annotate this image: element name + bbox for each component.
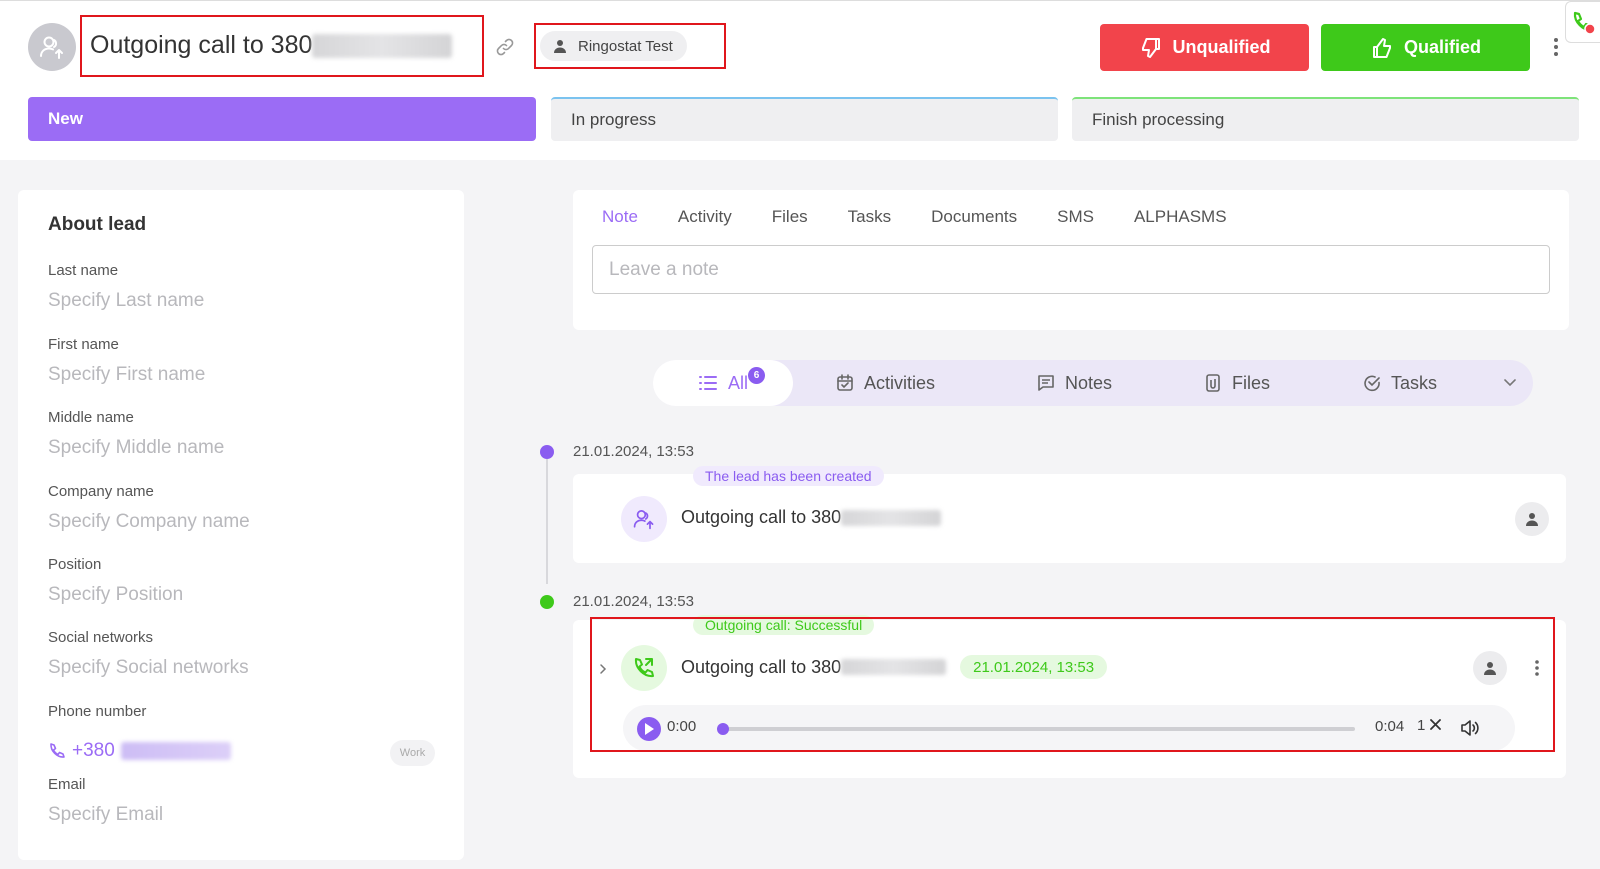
- redacted-number: [120, 742, 231, 760]
- event-time: 21.01.2024, 13:53: [573, 593, 694, 610]
- stage-new[interactable]: New: [28, 97, 536, 141]
- position-label: Position: [48, 556, 102, 573]
- lead-title: Outgoing call to 380: [90, 31, 453, 60]
- timeline-filter-bar: All 6 Activities Notes Files Tasks: [653, 360, 1533, 406]
- owner-name: Ringostat Test: [578, 37, 673, 55]
- phone-widget[interactable]: [1565, 1, 1600, 43]
- lead-title-highlight: Outgoing call to 380: [80, 15, 484, 77]
- thumb-up-icon: [1372, 37, 1391, 58]
- stage-in-progress[interactable]: In progress: [551, 97, 1058, 141]
- timeline-dot: [540, 595, 554, 609]
- list-icon: [698, 376, 717, 390]
- owner-highlight: Ringostat Test: [534, 23, 726, 69]
- redacted-number: [312, 34, 453, 59]
- note-icon: [1038, 375, 1054, 391]
- stage-finish-processing[interactable]: Finish processing: [1072, 97, 1579, 141]
- event-card-lead-created: The lead has been created Outgoing call …: [573, 466, 1566, 563]
- phone-number-field[interactable]: +380: [48, 740, 231, 762]
- user-arrow-icon: [633, 509, 654, 530]
- phone-number-value: +380: [72, 740, 115, 761]
- filter-tasks[interactable]: Tasks: [1363, 360, 1437, 406]
- timeline-dot: [540, 445, 554, 459]
- tab-activity[interactable]: Activity: [678, 207, 732, 227]
- thumb-down-icon: [1141, 37, 1160, 58]
- event-icon: [621, 496, 667, 542]
- event-time: 21.01.2024, 13:53: [573, 443, 694, 460]
- company-name-label: Company name: [48, 483, 154, 500]
- about-lead-title: About lead: [48, 214, 147, 235]
- first-name-field[interactable]: Specify First name: [48, 364, 205, 386]
- redacted-number: [841, 509, 942, 526]
- phone-number-label: Phone number: [48, 703, 147, 720]
- middle-name-label: Middle name: [48, 409, 134, 426]
- call-highlight: [590, 617, 1555, 752]
- lead-header: Outgoing call to 380 Ringostat Test Unqu…: [0, 0, 1600, 160]
- phone-widget-icon: [1573, 11, 1596, 35]
- first-name-label: First name: [48, 336, 119, 353]
- qualified-button[interactable]: Qualified: [1321, 24, 1530, 71]
- note-tabs: Note Activity Files Tasks Documents SMS …: [602, 207, 1227, 227]
- calendar-icon: [837, 374, 853, 391]
- note-card: Note Activity Files Tasks Documents SMS …: [573, 190, 1569, 330]
- tab-tasks[interactable]: Tasks: [848, 207, 891, 227]
- person-icon: [554, 40, 566, 53]
- filter-activities[interactable]: Activities: [836, 360, 935, 406]
- position-field[interactable]: Specify Position: [48, 584, 183, 606]
- timeline-connector: [546, 459, 548, 584]
- user-arrow-icon: [40, 36, 63, 59]
- filter-all-count: 6: [748, 367, 765, 384]
- tab-alphasms[interactable]: ALPHASMS: [1134, 207, 1227, 227]
- check-circle-icon: [1364, 375, 1380, 392]
- tab-files[interactable]: Files: [772, 207, 808, 227]
- filter-all-label: All: [727, 372, 748, 393]
- tab-sms[interactable]: SMS: [1057, 207, 1094, 227]
- tab-note[interactable]: Note: [602, 207, 638, 227]
- more-actions-kebab-icon[interactable]: [1553, 37, 1559, 62]
- phone-icon: [50, 743, 65, 758]
- company-name-field[interactable]: Specify Company name: [48, 511, 250, 533]
- event-tag: The lead has been created: [693, 466, 884, 486]
- last-name-label: Last name: [48, 262, 119, 279]
- chevron-down-icon[interactable]: [1502, 374, 1518, 395]
- link-icon[interactable]: [495, 37, 515, 62]
- owner-chip[interactable]: Ringostat Test: [540, 31, 687, 61]
- last-name-field[interactable]: Specify Last name: [48, 290, 204, 312]
- event-title: Outgoing call to 380: [681, 507, 942, 528]
- social-networks-label: Social networks: [48, 629, 154, 646]
- filter-files[interactable]: Files: [1204, 360, 1270, 406]
- middle-name-field[interactable]: Specify Middle name: [48, 437, 224, 459]
- file-icon: [1206, 374, 1220, 392]
- email-field[interactable]: Specify Email: [48, 804, 163, 826]
- tab-documents[interactable]: Documents: [931, 207, 1017, 227]
- assignee-avatar[interactable]: [1515, 502, 1549, 536]
- filter-all[interactable]: All 6: [653, 360, 793, 406]
- filter-notes[interactable]: Notes: [1037, 360, 1112, 406]
- person-icon: [1526, 513, 1538, 526]
- phone-type-badge: Work: [390, 740, 435, 766]
- note-input[interactable]: [592, 245, 1550, 294]
- unqualified-button[interactable]: Unqualified: [1100, 24, 1309, 71]
- social-networks-field[interactable]: Specify Social networks: [48, 657, 249, 679]
- about-lead-panel: About lead Last name Specify Last name F…: [18, 190, 464, 860]
- lead-avatar: [28, 23, 76, 71]
- email-label: Email: [48, 776, 86, 793]
